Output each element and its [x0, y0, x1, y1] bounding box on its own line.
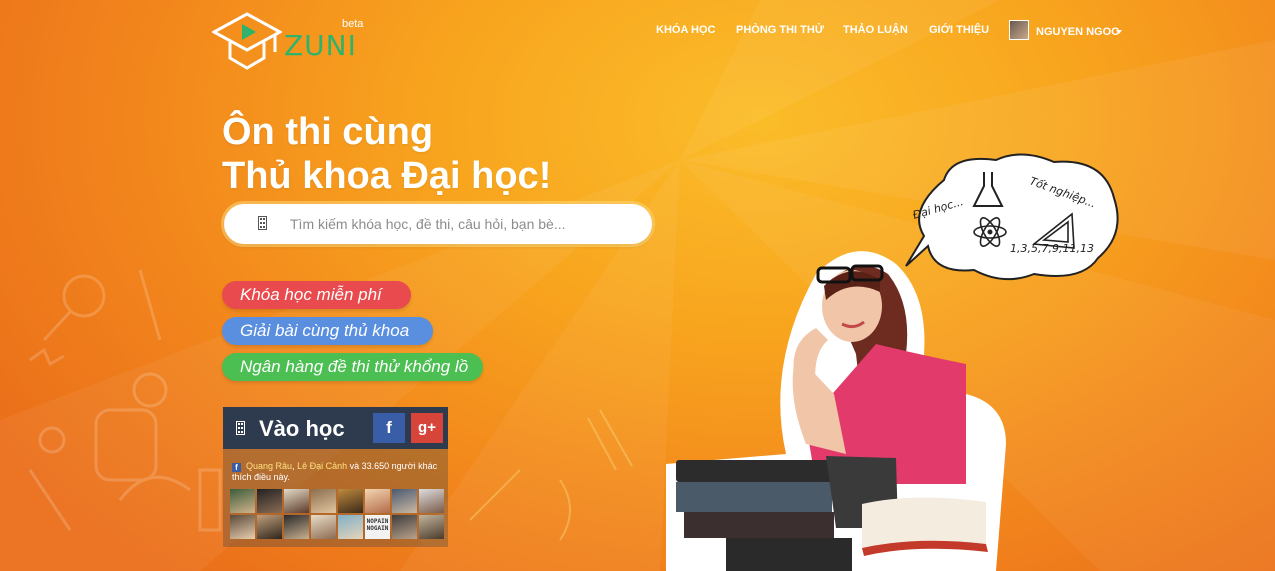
logo-text: ZUNI: [284, 29, 357, 62]
logo-beta-badge: beta: [342, 18, 364, 30]
avatar: [1009, 20, 1029, 40]
nav-item-practice-exam[interactable]: PHÒNG THI THỬ: [736, 24, 824, 36]
avatar[interactable]: NOPAIN NOGAIN: [365, 515, 390, 539]
user-name: NGUYEN NGOC: [1036, 26, 1120, 38]
friend-link[interactable]: Quang Râu: [246, 461, 292, 471]
solve-with-valedictorian-pill[interactable]: Giải bài cùng thủ khoa: [222, 317, 433, 345]
hero-headline: Ôn thi cùng Thủ khoa Đại học!: [222, 110, 551, 198]
avatar[interactable]: [311, 489, 336, 513]
facebook-like-text: f Quang Râu, Lê Đại Cảnh và 33.650 người …: [232, 461, 438, 482]
avatar[interactable]: [338, 489, 363, 513]
chevron-down-icon: [1116, 30, 1122, 34]
google-plus-icon: g+: [418, 419, 436, 436]
avatar[interactable]: [257, 489, 282, 513]
avatar[interactable]: [257, 515, 282, 539]
search-icon: [258, 216, 267, 230]
avatar[interactable]: [284, 515, 309, 539]
headline-line-1: Ôn thi cùng: [222, 111, 434, 153]
exam-bank-pill[interactable]: Ngân hàng đề thi thử khổng lồ: [222, 353, 483, 381]
avatar[interactable]: [392, 489, 417, 513]
avatar[interactable]: [392, 515, 417, 539]
friend-faces: NOPAIN NOGAIN: [230, 489, 444, 539]
facebook-login-button[interactable]: f: [373, 413, 405, 443]
avatar[interactable]: [365, 489, 390, 513]
avatar[interactable]: [284, 489, 309, 513]
search-input[interactable]: [290, 214, 630, 234]
friend-link[interactable]: Lê Đại Cảnh: [297, 461, 347, 471]
nav-item-courses[interactable]: KHÓA HỌC: [656, 24, 715, 36]
nav-item-about[interactable]: GIỚI THIỆU: [929, 24, 989, 36]
avatar[interactable]: [338, 515, 363, 539]
login-title: Vào học: [259, 416, 345, 441]
headline-line-2: Thủ khoa Đại học!: [222, 155, 552, 197]
login-icon: [236, 421, 245, 435]
student-illustration: [666, 251, 1006, 571]
avatar[interactable]: [419, 515, 444, 539]
zuni-logo[interactable]: ZUNI beta: [212, 12, 372, 72]
avatar[interactable]: [311, 515, 336, 539]
avatar[interactable]: [230, 489, 255, 513]
avatar[interactable]: [230, 515, 255, 539]
login-panel: Vào học f g+ f Quang Râu, Lê Đại Cảnh và …: [223, 407, 448, 547]
google-login-button[interactable]: g+: [411, 413, 443, 443]
avatar[interactable]: [419, 489, 444, 513]
free-courses-pill[interactable]: Khóa học miễn phí: [222, 281, 411, 309]
search-box: [224, 204, 652, 244]
facebook-icon: f: [386, 418, 392, 437]
facebook-icon: f: [232, 463, 241, 472]
login-header: Vào học f g+: [223, 407, 448, 449]
nav-item-discussion[interactable]: THẢO LUẬN: [843, 24, 908, 36]
graduation-cap-icon: [212, 12, 282, 70]
